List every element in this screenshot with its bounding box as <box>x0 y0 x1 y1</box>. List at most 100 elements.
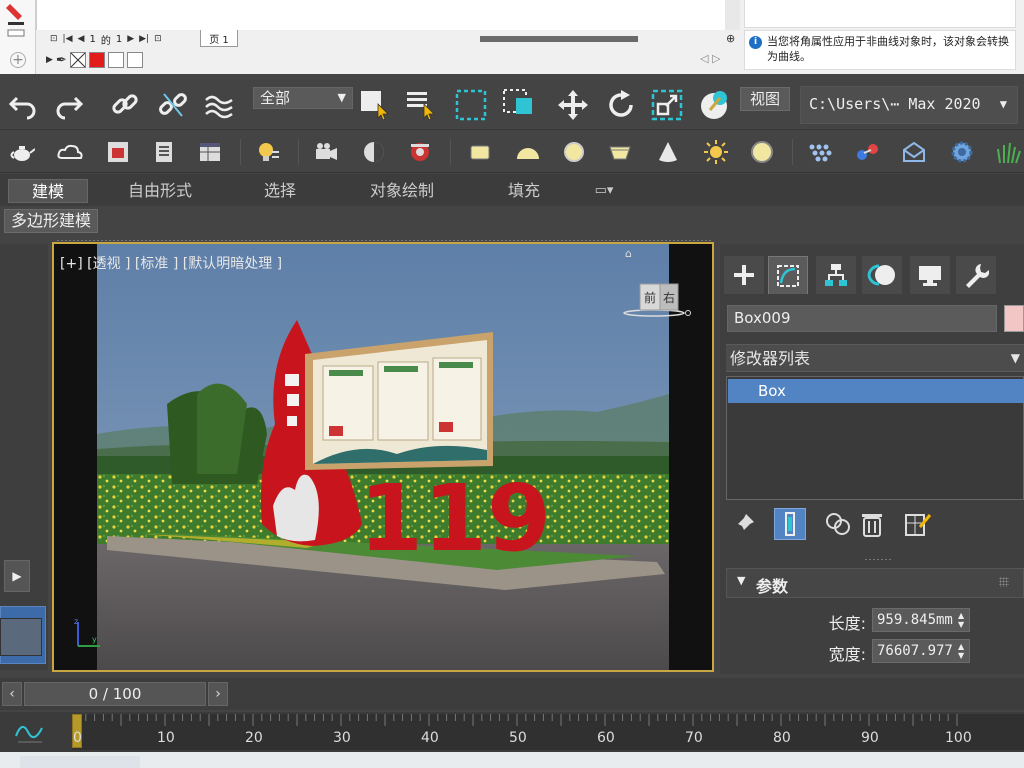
object-name-field[interactable]: Box009 <box>727 305 997 332</box>
parameters-rollout-header[interactable]: ▼ 参数 <box>726 568 1024 598</box>
add-color-icon[interactable]: + <box>10 52 26 68</box>
polygon-modeling-panel[interactable]: 多边形建模 <box>4 209 99 233</box>
timeline-tick-label: 0 <box>73 730 82 746</box>
width-input[interactable]: 76607.977 <box>872 639 970 663</box>
timeline-tick-label: 70 <box>685 730 703 746</box>
pen-icon[interactable] <box>0 0 36 40</box>
particle-grid-icon[interactable] <box>806 138 834 166</box>
object-color-swatch[interactable] <box>1004 305 1024 332</box>
display-tab[interactable] <box>910 256 950 294</box>
modifier-list-dropdown[interactable]: 修改器列表 ▼ <box>726 344 1024 372</box>
camera-icon[interactable] <box>312 138 340 166</box>
light-bulb-icon[interactable] <box>254 138 282 166</box>
prev-page-icon[interactable]: ◀ <box>78 34 85 44</box>
motion-tab[interactable] <box>862 256 902 294</box>
selection-filter-dropdown[interactable]: 全部 ▼ <box>253 87 353 109</box>
hemisphere-icon[interactable] <box>514 138 542 166</box>
document-vertical-scrollbar[interactable] <box>725 0 740 30</box>
viewport-layout-thumbnail[interactable] <box>0 618 42 656</box>
teapot-icon[interactable] <box>8 138 36 166</box>
white-swatch-2[interactable] <box>126 52 143 68</box>
rotate-icon[interactable] <box>604 88 638 122</box>
red-swatch[interactable] <box>88 52 105 68</box>
ribbon-panel-bar: 多边形建模 <box>0 206 1024 236</box>
window-crossing-icon[interactable] <box>502 88 536 122</box>
modify-tab[interactable] <box>768 256 808 294</box>
home-icon[interactable]: ⌂ <box>625 247 632 260</box>
tab-selection[interactable]: 选择 <box>240 179 320 203</box>
length-spinner-icon[interactable]: ▲ ▼ <box>958 611 964 629</box>
scene-render[interactable]: 119 <box>97 244 669 670</box>
configure-modifier-sets-icon[interactable] <box>902 508 934 540</box>
viewport-label[interactable]: [+] [透视 ] [标准 ] [默认明暗处理 ] <box>60 253 282 273</box>
plane-icon[interactable] <box>466 138 494 166</box>
rectangular-selection-icon[interactable] <box>454 88 488 122</box>
place-icon[interactable] <box>698 88 732 122</box>
document-icon[interactable] <box>150 138 178 166</box>
utilities-tab[interactable] <box>956 256 996 294</box>
render-teapot-icon[interactable] <box>406 138 434 166</box>
unlink-icon[interactable] <box>156 88 190 122</box>
tab-freeform[interactable]: 自由形式 <box>110 179 210 203</box>
no-color-swatch[interactable] <box>69 52 86 68</box>
ribbon-options-icon[interactable]: ▭▾ <box>584 179 624 203</box>
shell-icon[interactable] <box>606 138 634 166</box>
length-input[interactable]: 959.845mm <box>872 608 970 632</box>
palette-scroll-arrows[interactable]: ◁ ▷ <box>700 52 720 65</box>
select-object-icon[interactable] <box>358 88 392 122</box>
sphere-icon[interactable] <box>560 138 588 166</box>
tab-populate[interactable]: 填充 <box>484 179 564 203</box>
page-options-icon[interactable]: ⊡ <box>50 34 58 44</box>
width-spinner-icon[interactable]: ▲ ▼ <box>958 642 964 660</box>
status-strip <box>0 752 1024 768</box>
move-icon[interactable] <box>556 88 590 122</box>
render-frame-icon[interactable] <box>104 138 132 166</box>
sky-dome-icon[interactable] <box>748 138 776 166</box>
zoom-icon[interactable]: ⊕ <box>726 32 735 45</box>
make-unique-icon[interactable] <box>822 508 854 540</box>
pin-stack-icon[interactable] <box>728 508 760 540</box>
trash-icon[interactable] <box>856 508 888 540</box>
create-tab[interactable] <box>724 256 764 294</box>
table-icon[interactable] <box>196 138 224 166</box>
time-slider[interactable]: 0 / 100 <box>24 682 206 706</box>
reference-coordinate-dropdown[interactable]: 视图 <box>740 87 790 111</box>
add-page-icon[interactable]: ⊡ <box>154 34 162 44</box>
scale-icon[interactable] <box>650 88 684 122</box>
last-page-icon[interactable]: ▶| <box>139 34 149 44</box>
palette-arrow-icon[interactable]: ▶ <box>46 55 53 65</box>
redo-icon[interactable] <box>52 88 86 122</box>
tab-modeling[interactable]: 建模 <box>8 179 88 203</box>
previous-frame-button[interactable]: ‹ <box>2 682 22 706</box>
select-by-name-icon[interactable] <box>404 88 438 122</box>
cone-icon[interactable] <box>654 138 682 166</box>
expand-panel-button[interactable]: ▶ <box>4 560 30 592</box>
first-page-icon[interactable]: |◀ <box>63 34 73 44</box>
cloud-icon[interactable] <box>56 138 84 166</box>
project-folder-dropdown[interactable]: C:\Users\⋯ Max 2020 ▼ <box>800 86 1018 124</box>
next-page-icon[interactable]: ▶ <box>127 34 134 44</box>
viewcube[interactable]: 前 右 <box>620 280 700 330</box>
envelope-icon[interactable] <box>900 138 928 166</box>
document-canvas[interactable] <box>36 0 740 30</box>
stack-item-box[interactable]: Box <box>728 379 1024 403</box>
wrench-icon <box>966 264 989 288</box>
molecule-icon[interactable] <box>854 138 882 166</box>
undo-icon[interactable] <box>6 88 40 122</box>
document-horizontal-scrollbar[interactable] <box>480 36 638 42</box>
curve-editor-icon[interactable] <box>14 718 46 746</box>
next-frame-button[interactable]: › <box>208 682 228 706</box>
grass-icon[interactable] <box>994 138 1022 166</box>
white-swatch[interactable] <box>107 52 124 68</box>
color-palette: ▶ ✒ <box>36 49 740 71</box>
tab-object-paint[interactable]: 对象绘制 <box>354 179 450 203</box>
page-tab[interactable]: 页 1 <box>200 30 238 47</box>
gear-cluster-icon[interactable] <box>948 138 976 166</box>
link-icon[interactable] <box>108 88 142 122</box>
bind-spacewarp-icon[interactable] <box>202 88 236 122</box>
sun-icon[interactable] <box>702 138 730 166</box>
show-end-result-icon[interactable] <box>774 508 806 540</box>
hierarchy-tab[interactable] <box>816 256 856 294</box>
eyedropper-icon[interactable]: ✒ <box>56 53 67 68</box>
material-sphere-icon[interactable] <box>360 138 388 166</box>
